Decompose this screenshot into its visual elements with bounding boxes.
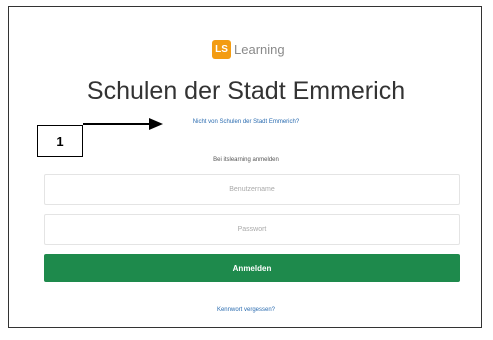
annotation-number: 1 bbox=[56, 133, 64, 149]
username-input[interactable] bbox=[44, 174, 460, 205]
logo-mark: LS bbox=[212, 39, 231, 59]
forgot-password-link[interactable]: Kennwort vergessen? bbox=[9, 307, 483, 313]
annotation-callout: 1 bbox=[37, 125, 83, 157]
login-subtitle: Bei itslearning anmelden bbox=[213, 157, 279, 163]
arrow-icon bbox=[83, 118, 163, 130]
itslearning-logo: LS Learning bbox=[212, 39, 285, 59]
password-input[interactable] bbox=[44, 214, 460, 245]
logo-text: Learning bbox=[234, 41, 285, 57]
login-button[interactable]: Anmelden bbox=[44, 254, 460, 282]
page-title: Schulen der Stadt Emmerich bbox=[86, 77, 406, 105]
login-page: LS Learning Schulen der Stadt Emmerich N… bbox=[8, 6, 482, 328]
